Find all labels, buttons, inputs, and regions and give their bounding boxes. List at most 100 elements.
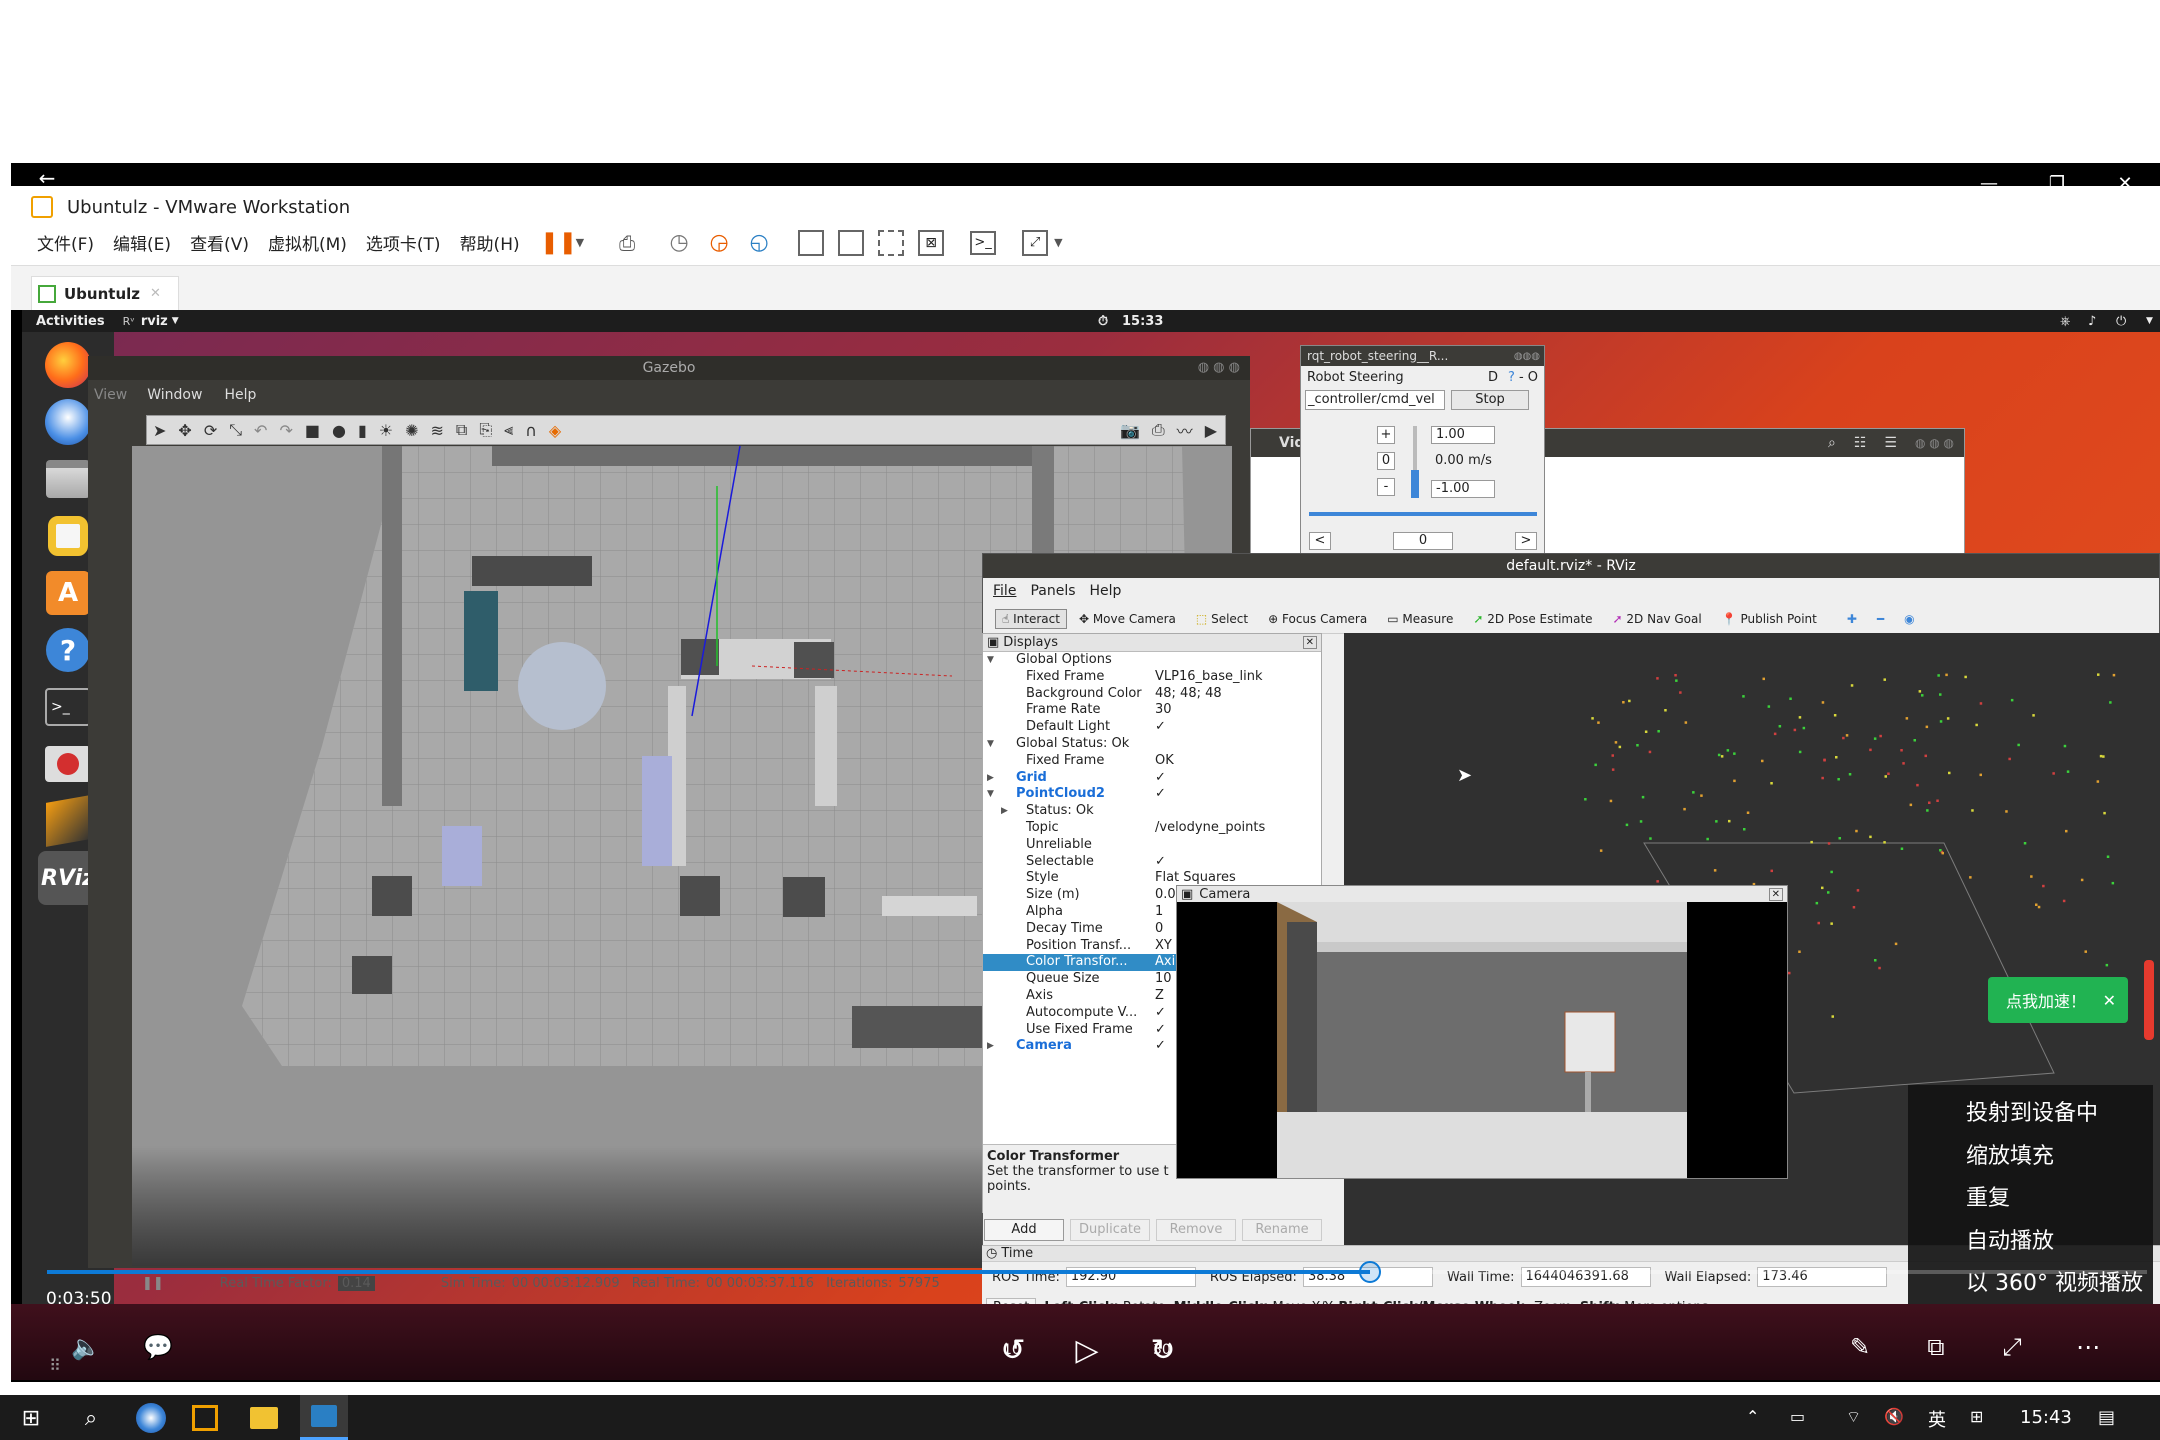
browser-icon[interactable] [136,1403,166,1433]
menu-autoplay[interactable]: 自动播放 [1908,1221,2153,1264]
close-icon[interactable]: ✕ [1768,887,1783,901]
gz-menu-help[interactable]: Help [224,387,256,403]
taskbar-clock[interactable]: 15:43 [2020,1407,2072,1428]
decrease-button[interactable]: - [1377,478,1395,496]
display-row[interactable]: Frame Rate 30 [983,702,1321,719]
rviz-menu-file[interactable]: File [993,583,1016,599]
stretch-icon[interactable]: ⤢ [1022,229,1049,256]
display-row[interactable]: ▶ Status: Ok [983,803,1321,820]
duplicate-button[interactable]: Duplicate [1070,1219,1150,1241]
expand-toggle-icon[interactable]: ▶ [987,770,994,787]
tab-close-icon[interactable]: ✕ [150,286,161,301]
paste-icon[interactable]: ⎘ [479,420,492,440]
linear-slider-handle[interactable] [1411,470,1419,498]
window-buttons[interactable]: ◍ ◍ ◍ [1915,436,1954,450]
seek-bar-progress[interactable] [47,1270,1370,1274]
menu-view[interactable]: 查看(V) [190,230,249,255]
max-speed-input[interactable]: 1.00 [1431,426,1495,444]
seek-bar-track[interactable] [1370,1270,2147,1274]
remove-button[interactable]: Remove [1156,1219,1236,1241]
sphere-icon[interactable]: ● [332,421,346,440]
window-buttons[interactable]: ◍◍◍ [1514,351,1540,362]
tool-2d-nav[interactable]: ➚ 2D Nav Goal [1613,612,1702,626]
volume-icon[interactable]: 🔈 [68,1332,104,1362]
gz-menu-window[interactable]: Window [147,387,202,403]
angular-slider-track[interactable] [1309,512,1537,516]
align-icon[interactable]: ⫷ [504,420,513,440]
increase-button[interactable]: + [1377,426,1395,444]
translate-icon[interactable]: ✥ [178,421,191,440]
tool-2d-pose[interactable]: ➚ 2D Pose Estimate [1473,612,1592,626]
menu-tabs[interactable]: 选项卡(T) [366,230,441,255]
sidebar-view-icon[interactable] [798,229,825,256]
redo-icon[interactable]: ↷ [279,421,292,440]
tool-interact[interactable]: ☝ Interact [995,608,1067,629]
rotate-icon[interactable]: ⟳ [204,421,217,440]
display-row[interactable]: Topic/velodyne_points [983,820,1321,837]
angular-value-input[interactable]: 0 [1393,532,1453,550]
view-toggle-icon[interactable]: ☷ [1854,435,1867,451]
menu-file[interactable]: 文件(F) [37,230,94,255]
topic-input[interactable]: _controller/cmd_vel [1305,390,1445,410]
zero-button[interactable]: 0 [1377,452,1395,470]
add-tool-icon[interactable]: ✚ [1847,612,1857,626]
tool-properties-icon[interactable]: ◉ [1904,612,1914,626]
display-row[interactable]: ▼ Global Status: Ok [983,736,1321,753]
fullscreen-icon[interactable]: ⤢ [1994,1332,2030,1362]
video-app-icon[interactable] [300,1395,348,1440]
remove-tool-icon[interactable]: ━ [1877,612,1884,626]
speed-up-button[interactable]: 点我加速！ ✕ [1988,977,2128,1023]
miniplayer-icon[interactable]: ⧉ [1918,1332,1954,1362]
input-grid-icon[interactable]: ⊞ [1970,1407,1983,1426]
select-arrow-icon[interactable]: ➤ [153,421,166,440]
more-icon[interactable]: ⋯ [2070,1332,2106,1362]
ubuntu-clock[interactable]: 15:33 [1122,314,1163,329]
snapshot-manager-icon[interactable]: ◵ [746,230,772,256]
unity-icon[interactable]: ⊠ [918,229,945,256]
snapshot-icon[interactable]: ◷ [666,230,692,256]
log-icon[interactable]: ⎙ [1152,420,1165,440]
thumbnail-view-icon[interactable] [838,229,865,256]
display-row[interactable]: Fixed Frame VLP16_base_link [983,669,1321,686]
chevron-up-icon[interactable]: ⌃ [1746,1407,1759,1426]
subtitles-icon[interactable]: 💬 [140,1332,176,1362]
add-button[interactable]: Add [984,1219,1064,1241]
menu-icon[interactable]: ☰ [1884,435,1897,451]
cylinder-icon[interactable]: ▮ [358,421,367,440]
seek-thumb[interactable] [1359,1261,1381,1283]
expand-toggle-icon[interactable]: ▼ [987,786,994,803]
notifications-icon[interactable]: ▤ [2098,1407,2115,1428]
help-icon[interactable]: ? [1508,370,1515,385]
angular-left-button[interactable]: < [1309,532,1331,550]
ime-indicator[interactable]: 英 [1928,1406,1946,1432]
tool-select[interactable]: ⬚ Select [1196,612,1248,626]
menu-vm[interactable]: 虚拟机(M) [268,230,347,255]
video-record-icon[interactable]: ▶ [1205,421,1217,440]
gz-menu-view[interactable]: View [94,387,127,403]
directional-light-icon[interactable]: ≋ [431,421,444,440]
display-row[interactable]: Default Light ✓ [983,719,1321,736]
network-icon[interactable]: ⎈ [2060,314,2070,329]
screenshot-icon[interactable]: 📷 [1120,421,1140,440]
menu-cast[interactable]: 投射到设备中 [1908,1093,2153,1136]
menu-repeat[interactable]: 重复 [1908,1178,2153,1221]
display-row[interactable]: ▶ Grid ✓ [983,770,1321,787]
display-row[interactable]: ▼ PointCloud2 ✓ [983,786,1321,803]
file-explorer-icon[interactable] [250,1407,278,1429]
display-row[interactable]: Unreliable [983,837,1321,854]
display-row[interactable]: ▼ Global Options [983,652,1321,669]
display-row[interactable]: Selectable ✓ [983,854,1321,871]
close-icon[interactable]: ✕ [1302,636,1317,649]
plot-icon[interactable]: 〰 [1177,418,1193,442]
power-icon[interactable]: ⏻ [2116,314,2126,329]
display-row[interactable]: Fixed Frame OK [983,753,1321,770]
tab-ubuntulz[interactable]: Ubuntulz ✕ [31,276,179,310]
expand-toggle-icon[interactable]: ▶ [987,1038,994,1055]
rename-button[interactable]: Rename [1242,1219,1322,1241]
angular-right-button[interactable]: > [1515,532,1537,550]
snap-icon[interactable]: ∩ [525,421,537,440]
activities-button[interactable]: Activities [36,314,105,329]
rviz-menu-help[interactable]: Help [1090,583,1122,599]
scale-icon[interactable]: ⤡ [229,420,242,440]
back-arrow-icon[interactable]: ← [32,166,62,190]
